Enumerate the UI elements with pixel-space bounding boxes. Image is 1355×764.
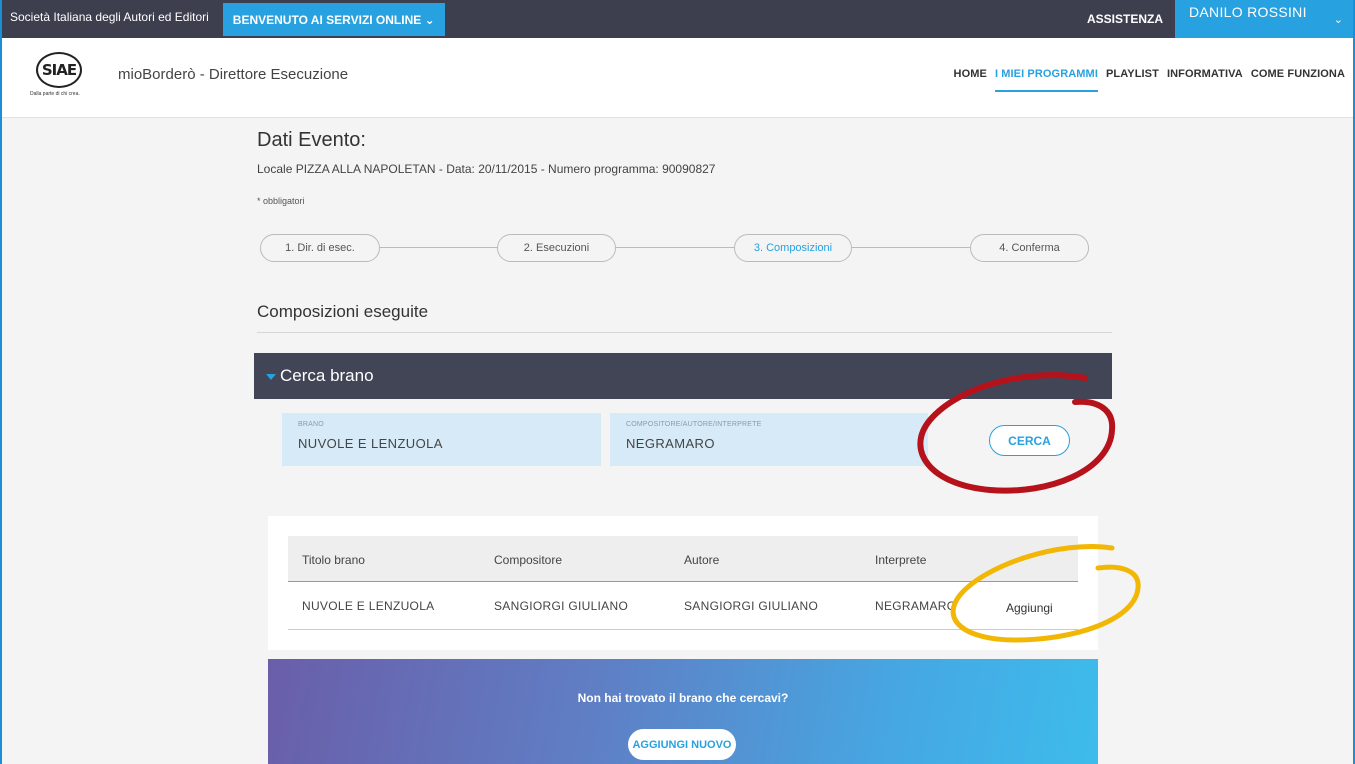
logo-tagline: Dalla parte di chi crea. [30, 91, 80, 97]
brano-label: BRANO [298, 421, 324, 428]
nav-come-funziona[interactable]: COME FUNZIONA [1251, 68, 1345, 92]
step-4[interactable]: 4. Conferma [970, 234, 1089, 262]
nav-playlist[interactable]: PLAYLIST [1106, 68, 1159, 92]
section-title: Composizioni eseguite [257, 302, 429, 321]
step-1[interactable]: 1. Dir. di esec. [260, 234, 380, 262]
event-info: Locale PIZZA ALLA NAPOLETAN - Data: 20/1… [257, 162, 716, 176]
table-header: Titolo brano Compositore Autore Interpre… [288, 536, 1078, 582]
table-row: NUVOLE E LENZUOLA SANGIORGI GIULIANO SAN… [288, 583, 1078, 630]
app-header: SIAE Dalla parte di chi crea. mioBorderò… [0, 38, 1355, 118]
cell-composer: SANGIORGI GIULIANO [494, 599, 629, 613]
add-new-banner: Non hai trovato il brano che cercavi? AG… [268, 659, 1098, 764]
column-author: Autore [684, 553, 720, 567]
stepper-line [280, 247, 1070, 248]
main-nav: HOME I MIEI PROGRAMMI PLAYLIST INFORMATI… [954, 68, 1345, 92]
chevron-down-icon: ⌄ [1333, 13, 1343, 26]
page-title: Dati Evento: [257, 129, 366, 151]
results-panel: Titolo brano Compositore Autore Interpre… [268, 516, 1098, 650]
wizard-stepper: 1. Dir. di esec. 2. Esecuzioni 3. Compos… [260, 234, 1090, 262]
logo-mark: SIAE [36, 52, 82, 88]
welcome-menu[interactable]: BENVENUTO AI SERVIZI ONLINE ⌄ [222, 3, 445, 36]
nav-my-programs[interactable]: I MIEI PROGRAMMI [994, 68, 1098, 92]
siae-logo[interactable]: SIAE Dalla parte di chi crea. [30, 52, 100, 106]
org-name: Società Italiana degli Autori ed Editori [10, 9, 209, 24]
nav-informativa[interactable]: INFORMATIVA [1167, 68, 1243, 92]
window-border-left [0, 0, 2, 764]
column-title: Titolo brano [302, 553, 365, 567]
required-note: * obbligatori [257, 196, 305, 206]
accordion-title: Cerca brano [280, 366, 374, 385]
step-3[interactable]: 3. Composizioni [734, 234, 852, 262]
artist-field[interactable]: COMPOSITORE/AUTORE/INTERPRETE NEGRAMARO [610, 413, 928, 466]
not-found-question: Non hai trovato il brano che cercavi? [577, 691, 789, 705]
top-bar: Società Italiana degli Autori ed Editori… [0, 0, 1355, 38]
assistance-link[interactable]: ASSISTENZA [1075, 0, 1175, 38]
brano-input[interactable]: NUVOLE E LENZUOLA [298, 436, 585, 451]
add-song-link[interactable]: Aggiungi [1006, 601, 1053, 615]
app-title: mioBorderò - Direttore Esecuzione [118, 66, 349, 83]
column-composer: Compositore [494, 553, 563, 567]
artist-label: COMPOSITORE/AUTORE/INTERPRETE [626, 421, 762, 428]
add-new-button[interactable]: AGGIUNGI NUOVO [628, 729, 736, 760]
cell-performer: NEGRAMARO [875, 599, 957, 613]
search-accordion-header[interactable]: Cerca brano [254, 353, 1112, 399]
cell-title: NUVOLE E LENZUOLA [302, 599, 435, 613]
search-button[interactable]: CERCA [989, 425, 1070, 456]
brano-field[interactable]: BRANO NUVOLE E LENZUOLA [282, 413, 601, 466]
step-2[interactable]: 2. Esecuzioni [497, 234, 616, 262]
nav-home[interactable]: HOME [954, 68, 987, 92]
cell-author: SANGIORGI GIULIANO [684, 599, 819, 613]
user-name: DANILO ROSSINI [1189, 4, 1307, 20]
artist-input[interactable]: NEGRAMARO [626, 436, 912, 451]
caret-down-icon [266, 373, 276, 380]
section-divider [257, 332, 1112, 333]
user-menu[interactable]: DANILO ROSSINI ⌄ [1175, 0, 1355, 38]
column-performer: Interprete [875, 553, 927, 567]
